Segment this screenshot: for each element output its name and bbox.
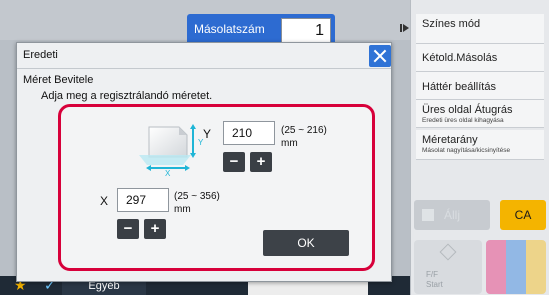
color-start-segment	[506, 240, 526, 294]
sidebar-item-label: Színes mód	[422, 18, 481, 30]
start-line1: F/F	[426, 270, 438, 279]
paper-size-icon: Y X	[139, 124, 204, 177]
sidebar-item-label: Háttér beállítás	[422, 81, 496, 93]
x-input[interactable]: 297	[117, 188, 169, 212]
expand-bar-icon[interactable]	[400, 24, 402, 32]
bw-start-button[interactable]: F/F Start	[414, 240, 482, 294]
copies-label: Másolatszám	[194, 22, 265, 36]
color-start-button[interactable]	[486, 240, 546, 294]
bottom-tab	[248, 282, 368, 295]
sidebar-item-ratio[interactable]: Méretarány Másolat nagyítása/kicsinyítés…	[416, 130, 544, 160]
paper-x-label: X	[165, 169, 171, 177]
x-unit: mm	[174, 204, 191, 215]
stop-label: Állj	[443, 208, 460, 222]
sidebar-item-sublabel: Eredeti üres oldal kihagyása	[422, 117, 504, 124]
y-plus-button[interactable]: +	[250, 152, 272, 172]
stop-icon	[422, 209, 434, 221]
y-input[interactable]: 210	[223, 121, 275, 145]
sidebar-item-background[interactable]: Háttér beállítás	[416, 72, 544, 100]
y-minus-button[interactable]: −	[223, 152, 245, 172]
color-start-segment	[486, 240, 506, 294]
expand-play-icon[interactable]	[403, 24, 409, 32]
copies-input[interactable]: 1	[281, 18, 331, 44]
x-minus-button[interactable]: −	[117, 219, 139, 239]
sidebar-item-label: Üres oldal Átugrás	[422, 104, 513, 116]
ca-button[interactable]: CA	[500, 200, 546, 230]
sidebar-item-duplex[interactable]: Kétold.Másolás	[416, 44, 544, 72]
sidebar-item-label: Méretarány	[422, 134, 478, 146]
x-label: X	[100, 194, 109, 208]
sidebar-item-color-mode[interactable]: Színes mód	[416, 14, 544, 44]
dialog-title: Eredeti	[23, 49, 58, 61]
sidebar-item-sublabel: Másolat nagyítása/kicsinyítése	[422, 147, 511, 154]
x-plus-button[interactable]: +	[144, 219, 166, 239]
y-range-hint: (25 ~ 216)	[281, 125, 327, 136]
y-label: Y	[203, 127, 212, 141]
stop-button[interactable]: Állj	[414, 200, 490, 230]
dialog-subtitle: Méret Bevitele	[23, 74, 94, 86]
start-line2: Start	[426, 280, 443, 289]
x-range-hint: (25 ~ 356)	[174, 191, 220, 202]
sidebar-item-blank-skip[interactable]: Üres oldal Átugrás Eredeti üres oldal ki…	[416, 100, 544, 128]
color-start-segment	[526, 240, 546, 294]
divider	[17, 68, 391, 69]
start-diamond-icon	[439, 243, 457, 261]
size-input-dialog: Eredeti Méret Bevitele Adja meg a regisz…	[16, 42, 392, 282]
sidebar-item-label: Kétold.Másolás	[422, 52, 498, 64]
ok-button[interactable]: OK	[263, 230, 349, 256]
dialog-instruction: Adja meg a regisztrálandó méretet.	[41, 90, 213, 102]
close-button[interactable]	[369, 45, 391, 67]
y-unit: mm	[281, 138, 298, 149]
